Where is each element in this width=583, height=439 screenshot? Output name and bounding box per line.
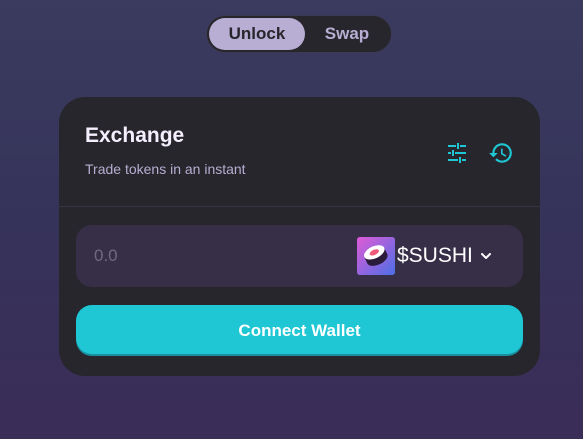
swap-tab[interactable]: Swap bbox=[305, 18, 389, 50]
token-input-panel: $SUSHI bbox=[76, 225, 523, 287]
amount-input[interactable] bbox=[76, 225, 326, 287]
exchange-card: Exchange Trade tokens in an instant 0.0 … bbox=[59, 97, 540, 376]
card-subtitle: Trade tokens in an instant bbox=[85, 161, 246, 177]
card-header: Exchange Trade tokens in an instant bbox=[59, 97, 540, 207]
unlock-tab[interactable]: Unlock bbox=[209, 18, 305, 50]
card-title: Exchange bbox=[85, 124, 185, 147]
token-symbol: $SUSHI bbox=[397, 244, 473, 267]
unlock-swap-toggle: Unlock Swap bbox=[206, 15, 392, 53]
settings-sliders-icon[interactable] bbox=[443, 139, 471, 167]
token-selector[interactable]: $SUSHI bbox=[357, 236, 493, 276]
connect-wallet-button[interactable]: Connect Wallet bbox=[76, 305, 523, 356]
history-icon[interactable] bbox=[487, 139, 515, 167]
sushi-token-icon bbox=[357, 237, 395, 275]
chevron-down-icon bbox=[479, 249, 493, 263]
